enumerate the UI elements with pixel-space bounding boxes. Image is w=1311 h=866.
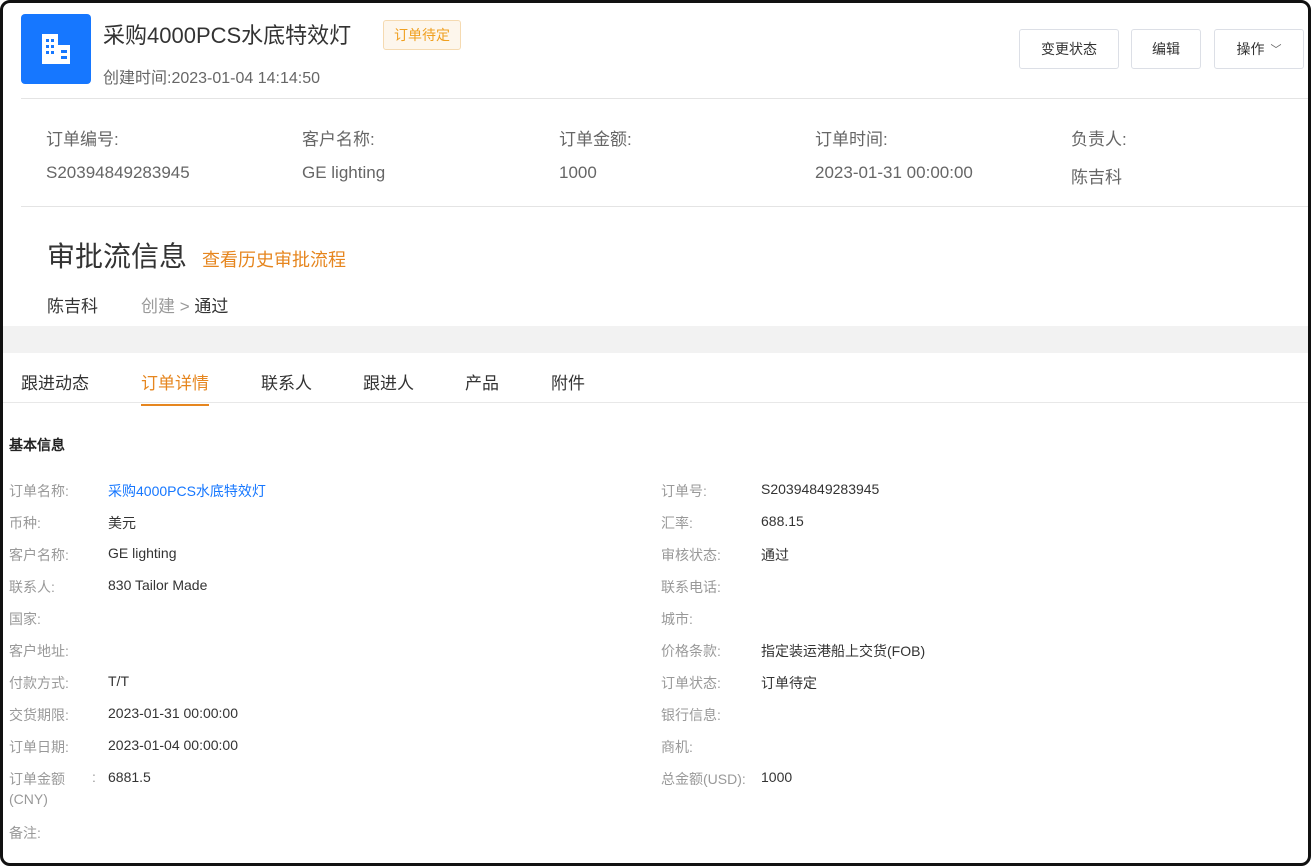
summary-value: GE lighting (302, 163, 386, 182)
field-label: 价格条款: (661, 643, 721, 659)
summary-order-number: 订单编号: S20394849283945 (46, 125, 190, 183)
field-label: 商机: (661, 739, 693, 755)
edit-button[interactable]: 编辑 (1131, 29, 1201, 69)
field-value: S20394849283945 (761, 481, 880, 497)
summary-value: S20394849283945 (46, 163, 190, 182)
approval-person: 陈吉科 (47, 297, 98, 316)
approval-title: 审批流信息 (47, 241, 188, 272)
field-label-unit: (CNY) (9, 791, 48, 807)
field-value: T/T (108, 673, 129, 689)
summary-order-amount: 订单金额: 1000 (559, 125, 632, 183)
field-label: 币种: (9, 515, 41, 531)
approval-step-created: 创建 (141, 297, 175, 316)
summary-value: 1000 (559, 163, 597, 182)
field-label: 付款方式: (9, 675, 69, 691)
approval-flow: 创建 > 通过 (141, 292, 228, 317)
field-label: 订单日期: (9, 739, 69, 755)
field-label: 总金额(USD): (661, 771, 746, 787)
field-value: 2023-01-31 00:00:00 (108, 705, 238, 721)
summary-order-time: 订单时间: 2023-01-31 00:00:00 (815, 125, 973, 183)
order-summary: 订单编号: S20394849283945 客户名称: GE lighting … (21, 99, 1308, 206)
field-label: 交货期限: (9, 707, 69, 723)
divider (21, 206, 1308, 207)
logo-tile (21, 14, 91, 84)
chevron-down-icon: ﹀ (1270, 44, 1282, 56)
summary-label: 订单金额: (559, 130, 632, 149)
operations-label: 操作 (1236, 41, 1265, 57)
summary-label: 负责人: (1071, 130, 1127, 149)
field-label: 联系人: (9, 579, 55, 595)
approval-history-link[interactable]: 查看历史审批流程 (202, 246, 346, 272)
change-status-button[interactable]: 变更状态 (1019, 29, 1119, 69)
field-label-colon: : (92, 769, 96, 785)
order-detail-page: 采购4000PCS水底特效灯 订单待定 创建时间:2023-01-04 14:1… (0, 0, 1311, 866)
field-label: 订单金额 (9, 771, 65, 787)
field-value: GE lighting (108, 545, 177, 561)
field-label: 汇率: (661, 515, 693, 531)
approval-separator: > (179, 297, 190, 316)
field-label: 客户地址: (9, 643, 69, 659)
field-label: 订单名称: (9, 483, 69, 499)
summary-value: 2023-01-31 00:00:00 (815, 163, 973, 182)
summary-owner: 负责人: 陈吉科 (1071, 125, 1127, 188)
field-value: 美元 (108, 515, 136, 531)
field-label: 联系电话: (661, 579, 721, 595)
tab-attachments[interactable]: 附件 (551, 369, 585, 404)
operations-dropdown-button[interactable]: 操作 ﹀ (1214, 29, 1304, 69)
change-status-label: 变更状态 (1041, 41, 1097, 57)
created-time: 创建时间:2023-01-04 14:14:50 (103, 70, 321, 87)
summary-label: 客户名称: (302, 130, 375, 149)
field-value: 830 Tailor Made (108, 577, 208, 593)
tab-bar: 跟进动态 订单详情 联系人 跟进人 产品 附件 (3, 353, 1308, 406)
field-value: 2023-01-04 00:00:00 (108, 737, 238, 753)
edit-label: 编辑 (1152, 41, 1180, 57)
field-label: 城市: (661, 611, 693, 627)
field-value: 688.15 (761, 513, 804, 529)
field-value: 6881.5 (108, 769, 151, 785)
status-badge: 订单待定 (383, 20, 461, 50)
summary-value: 陈吉科 (1071, 168, 1122, 187)
field-label: 审核状态: (661, 547, 721, 563)
field-label: 订单状态: (661, 675, 721, 691)
field-value: 通过 (761, 547, 789, 563)
approval-step-result: 通过 (194, 297, 229, 316)
field-value: 1000 (761, 769, 793, 785)
field-label: 银行信息: (661, 707, 721, 723)
field-value: 订单待定 (761, 675, 817, 691)
tab-contacts[interactable]: 联系人 (261, 369, 312, 404)
field-label: 客户名称: (9, 547, 69, 563)
tab-order-details[interactable]: 订单详情 (141, 369, 209, 406)
basic-info-title: 基本信息 (9, 437, 65, 453)
tab-follow-up-activity[interactable]: 跟进动态 (21, 369, 89, 404)
order-name-link[interactable]: 采购4000PCS水底特效灯 (108, 481, 266, 501)
summary-label: 订单时间: (815, 130, 888, 149)
tab-products[interactable]: 产品 (465, 369, 499, 404)
field-label: 国家: (9, 611, 41, 627)
page-title: 采购4000PCS水底特效灯 (103, 23, 352, 48)
field-value: 指定装运港船上交货(FOB) (761, 643, 926, 659)
field-label: 备注: (9, 825, 41, 841)
field-label: 订单号: (661, 483, 707, 499)
summary-label: 订单编号: (46, 130, 119, 149)
building-icon (42, 34, 70, 64)
tab-followers[interactable]: 跟进人 (363, 369, 414, 404)
summary-customer-name: 客户名称: GE lighting (302, 125, 385, 183)
section-spacer (3, 326, 1308, 353)
